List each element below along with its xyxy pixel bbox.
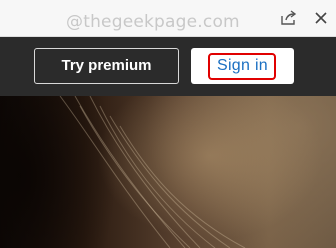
- app-window: @thegeekpage.com Try premium Sign in: [0, 0, 336, 248]
- share-icon[interactable]: [279, 8, 299, 28]
- header-bar: Try premium Sign in: [0, 37, 336, 96]
- try-premium-button[interactable]: Try premium: [34, 48, 179, 84]
- watermark-text: @thegeekpage.com: [66, 12, 240, 32]
- hair-strands-decoration: [59, 96, 246, 248]
- sign-in-button[interactable]: Sign in: [191, 48, 294, 84]
- highlight-box: [208, 53, 276, 80]
- close-icon[interactable]: [311, 8, 331, 28]
- browser-toolbar: @thegeekpage.com: [0, 0, 336, 37]
